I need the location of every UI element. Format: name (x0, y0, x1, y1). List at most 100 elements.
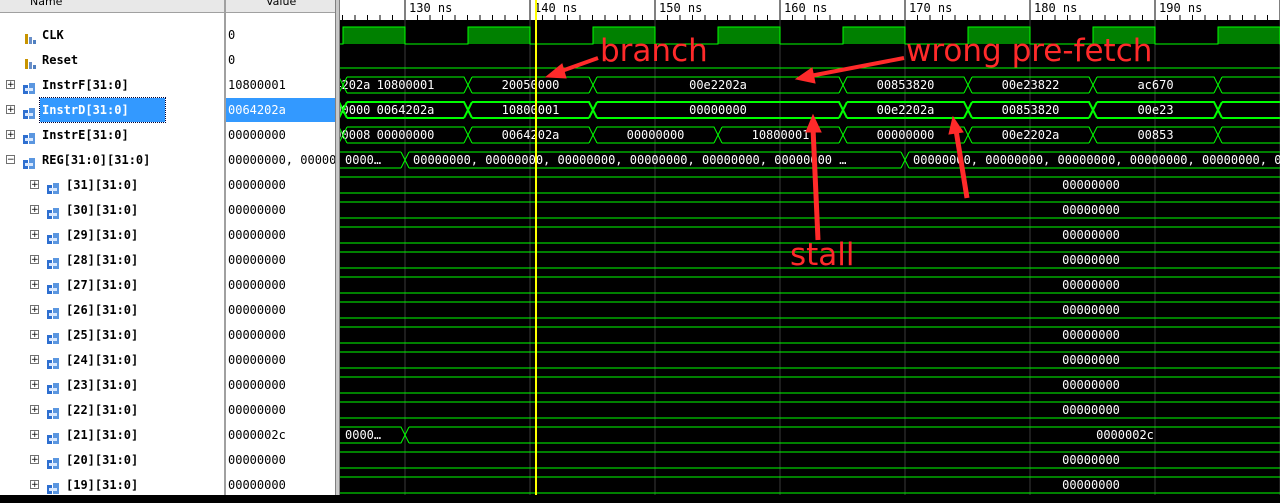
signal-row[interactable]: − REG[31:0][31:0] (0, 148, 224, 172)
expand-toggle-icon[interactable]: + (6, 80, 15, 90)
signal-row[interactable]: + [19][31:0] (0, 473, 224, 497)
signal-row[interactable]: + [24][31:0] (0, 348, 224, 372)
bus-signal-icon (23, 79, 36, 94)
expand-toggle-icon[interactable]: + (30, 430, 39, 440)
reg-value-label: 00000000, 00000000, 00000000, 00000000, … (413, 153, 846, 167)
bus-signal-icon (47, 279, 60, 294)
value-column-header[interactable]: Value (226, 0, 335, 13)
signal-value: 00000000 (228, 303, 286, 317)
expand-toggle-icon[interactable]: + (30, 405, 39, 415)
instrD-value-label: 10800001 (502, 103, 560, 117)
signal-row[interactable]: + [27][31:0] (0, 273, 224, 297)
time-label: 150 ns (659, 1, 702, 15)
instrE-value-label: 00853 (1137, 128, 1173, 142)
reg-child-value-label: 00000000 (1062, 253, 1120, 267)
signal-row[interactable]: + [22][31:0] (0, 398, 224, 422)
expand-toggle-icon[interactable]: + (30, 330, 39, 340)
time-label: 180 ns (1034, 1, 1077, 15)
instrD-value-label: 00e2202a (877, 103, 935, 117)
reg-child-value-label: 00000000 (1062, 303, 1120, 317)
bus-signal-icon (23, 129, 36, 144)
expand-toggle-icon[interactable]: + (30, 255, 39, 265)
expand-toggle-icon[interactable]: + (6, 130, 15, 140)
signal-row[interactable]: Reset (0, 48, 224, 72)
signal-row[interactable]: CLK (0, 23, 224, 47)
signal-name: [20][31:0] (66, 453, 139, 467)
expand-toggle-icon[interactable]: + (30, 180, 39, 190)
reg-child-value-label: 00000000 (1062, 453, 1120, 467)
expand-toggle-icon[interactable]: + (30, 480, 39, 490)
signal-row[interactable]: + InstrD[31:0] (0, 97, 224, 123)
annotation-stall: stall (790, 237, 855, 273)
signal-row[interactable]: + [30][31:0] (0, 198, 224, 222)
signal-value: 00000000 (228, 178, 286, 192)
expand-toggle-icon[interactable]: + (30, 230, 39, 240)
signal-name: [24][31:0] (66, 353, 139, 367)
clk-high-phase (468, 27, 530, 44)
signal-row[interactable]: + InstrE[31:0] (0, 123, 224, 147)
instrF-value-label: 0064202a (340, 78, 370, 92)
signal-row[interactable]: + InstrF[31:0] (0, 73, 224, 97)
reg-child-value-label: 00000000 (1062, 328, 1120, 342)
signal-value: 0064202a (226, 98, 335, 122)
bus-signal-icon (47, 379, 60, 394)
expand-toggle-icon[interactable]: + (30, 280, 39, 290)
reg21-value-label: 0000002c (1096, 428, 1154, 442)
signal-name: [25][31:0] (66, 328, 139, 342)
instrF-value-label: 20050000 (502, 78, 560, 92)
signal-value-panel: Value 0 0 10800001 0064202a 00000000 00000000… (226, 0, 335, 495)
signal-row[interactable]: + [20][31:0] (0, 448, 224, 472)
instrE-value-label: 00000000 (627, 128, 685, 142)
reg-child-value-label: 00000000 (1062, 403, 1120, 417)
expand-toggle-icon[interactable]: + (30, 380, 39, 390)
reg21-value-label: 0000… (345, 428, 381, 442)
expand-toggle-icon[interactable]: + (6, 105, 15, 115)
signal-row[interactable]: + [31][31:0] (0, 173, 224, 197)
expand-toggle-icon[interactable]: + (30, 305, 39, 315)
clk-high-phase (718, 27, 780, 44)
instrD-value-label: 00e23 (1137, 103, 1173, 117)
signal-row[interactable]: + [26][31:0] (0, 298, 224, 322)
time-label: 160 ns (784, 1, 827, 15)
annotation-wrong-prefetch: wrong pre-fetch (906, 33, 1153, 69)
instrE-value-label: 02a00008 (340, 128, 370, 142)
signal-name: [26][31:0] (66, 303, 139, 317)
signal-value: 00000000 (228, 328, 286, 342)
reg-child-value-label: 00000000 (1062, 378, 1120, 392)
time-label: 170 ns (909, 1, 952, 15)
bus-signal-icon (47, 329, 60, 344)
signal-name: [31][31:0] (66, 178, 139, 192)
signal-row[interactable]: + [25][31:0] (0, 323, 224, 347)
time-label: 140 ns (534, 1, 577, 15)
signal-name: REG[31:0][31:0] (42, 153, 151, 167)
signal-value: 00000000 (228, 278, 286, 292)
instrF-value-label: 00853820 (877, 78, 935, 92)
collapse-toggle-icon[interactable]: − (6, 155, 15, 165)
expand-toggle-icon[interactable]: + (30, 455, 39, 465)
instrE-value-label: 10800001 (752, 128, 810, 142)
time-ruler[interactable]: 130 ns 140 ns 150 ns 160 ns 170 ns 180 ns 190 … (340, 0, 1280, 20)
signal-value: 0 (228, 28, 236, 42)
bus-signal-icon (47, 254, 60, 269)
bus-signal-icon (47, 304, 60, 319)
annotation-branch: branch (600, 33, 708, 69)
instrE-value-label: 00000000 (377, 128, 435, 142)
signal-row[interactable]: + [21][31:0] (0, 423, 224, 447)
signal-name: [29][31:0] (66, 228, 139, 242)
expand-toggle-icon[interactable]: + (30, 355, 39, 365)
signal-row[interactable]: + [28][31:0] (0, 248, 224, 272)
instrF-value-label: ac670 (1137, 78, 1173, 92)
bus-signal-icon (23, 154, 36, 169)
expand-toggle-icon[interactable]: + (30, 205, 39, 215)
signal-value: 10800001 (228, 78, 286, 92)
name-header-label: Name (30, 0, 63, 8)
signal-row[interactable]: + [23][31:0] (0, 373, 224, 397)
reg-child-value-label: 00000000 (1062, 228, 1120, 242)
signal-value: 00000000 (228, 253, 286, 267)
instrD-value-label: 00853820 (1002, 103, 1060, 117)
reg-child-value-label: 00000000 (1062, 203, 1120, 217)
name-column-header[interactable]: Name (0, 0, 224, 13)
signal-row[interactable]: + [29][31:0] (0, 223, 224, 247)
time-label: 190 ns (1159, 1, 1202, 15)
signal-name-panel: Name CLK Reset + InstrF[31:0] + InstrD[31:0] +… (0, 0, 224, 495)
